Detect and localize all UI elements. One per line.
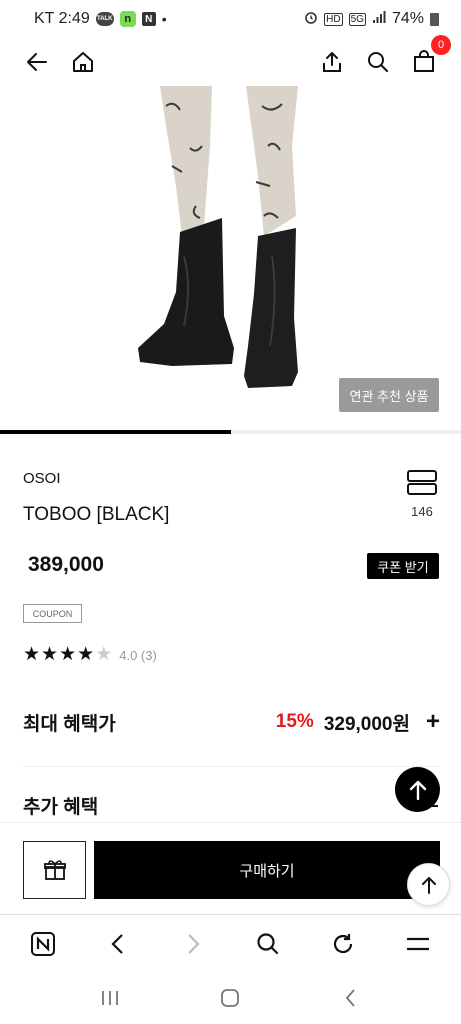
star-icon: ★ bbox=[23, 644, 41, 665]
home-icon bbox=[73, 52, 93, 72]
max-benefit-values: 15% 329,000원 + bbox=[276, 708, 440, 736]
rating-text: 4.0 (3) bbox=[119, 647, 157, 663]
alarm-icon bbox=[304, 10, 318, 29]
browser-toolbar bbox=[0, 914, 461, 972]
chevron-left-icon bbox=[345, 989, 355, 1007]
rating-row[interactable]: ★ ★ ★ ★ ★ 4.0 (3) bbox=[23, 645, 157, 665]
top-header: 0 bbox=[0, 35, 461, 86]
plus-icon[interactable]: + bbox=[426, 708, 440, 736]
arrow-up-icon bbox=[421, 876, 436, 894]
extra-benefit-row[interactable]: 추가 혜택 bbox=[23, 792, 440, 819]
arrow-up-icon bbox=[409, 780, 426, 800]
android-back-button[interactable] bbox=[331, 978, 371, 1018]
share-icon bbox=[323, 52, 341, 72]
refresh-icon bbox=[333, 933, 352, 953]
status-left: KT 2:49 TALK n N • bbox=[34, 10, 167, 28]
cart-button[interactable]: 0 bbox=[409, 35, 451, 77]
naver-n-icon bbox=[31, 931, 56, 956]
browser-forward-button[interactable] bbox=[173, 924, 213, 964]
buy-button[interactable]: 구매하기 bbox=[94, 841, 440, 899]
recent-apps-icon bbox=[102, 991, 119, 1005]
max-benefit-title: 최대 혜택가 bbox=[23, 713, 116, 735]
star-icon: ★ bbox=[95, 644, 113, 665]
refresh-button[interactable] bbox=[323, 924, 363, 964]
naver-icon: N bbox=[141, 12, 156, 26]
image-progress-fill bbox=[0, 430, 231, 434]
like-button[interactable]: 146 bbox=[407, 470, 437, 519]
product-name: TOBOO [BLACK] bbox=[23, 504, 170, 525]
product-image[interactable]: 연관 추천 상품 bbox=[0, 86, 461, 432]
status-bar: KT 2:49 TALK n N • HD 5G 74% bbox=[0, 0, 461, 38]
notification-dot: • bbox=[161, 11, 167, 27]
recent-apps-button[interactable] bbox=[90, 978, 130, 1018]
signal-icon bbox=[372, 10, 386, 29]
hamburger-icon bbox=[406, 937, 429, 950]
scroll-to-top-button[interactable] bbox=[395, 767, 440, 812]
extra-benefit-title: 추가 혜택 bbox=[23, 797, 99, 818]
star-icon: ★ bbox=[41, 644, 59, 665]
brand-name[interactable]: OSOI bbox=[23, 470, 61, 487]
n-green-icon: n bbox=[119, 11, 136, 27]
browser-back-button[interactable] bbox=[98, 924, 138, 964]
shopping-bag-icon bbox=[414, 50, 434, 72]
purchase-bar: 구매하기 bbox=[0, 822, 461, 914]
chevron-left-icon bbox=[111, 933, 124, 954]
search-button[interactable] bbox=[363, 47, 393, 77]
naver-home-button[interactable] bbox=[23, 924, 63, 964]
gift-icon bbox=[43, 860, 66, 880]
star-icon: ★ bbox=[59, 644, 77, 665]
battery-text: 74% bbox=[391, 10, 424, 27]
search-icon bbox=[368, 52, 388, 72]
browser-search-button[interactable] bbox=[248, 924, 288, 964]
menu-button[interactable] bbox=[398, 924, 438, 964]
home-button[interactable] bbox=[68, 47, 98, 77]
bookmark-icon bbox=[407, 470, 437, 495]
benefit-price: 329,000원 bbox=[323, 713, 410, 735]
search-icon bbox=[257, 932, 278, 954]
like-count: 146 bbox=[411, 504, 433, 519]
home-circle-icon bbox=[221, 989, 240, 1007]
talk-icon: TALK bbox=[95, 12, 114, 26]
android-home-button[interactable] bbox=[210, 978, 250, 1018]
gift-button[interactable] bbox=[23, 841, 86, 899]
coupon-tag: COUPON bbox=[23, 604, 82, 623]
back-button[interactable] bbox=[22, 47, 52, 77]
network-5g-icon: 5G bbox=[348, 12, 366, 26]
android-nav-bar bbox=[0, 972, 461, 1024]
get-coupon-button[interactable]: 쿠폰 받기 bbox=[367, 553, 439, 579]
related-products-button[interactable]: 연관 추천 상품 bbox=[339, 378, 439, 412]
hd-icon: HD bbox=[324, 12, 343, 26]
share-button[interactable] bbox=[317, 47, 347, 77]
header-actions: 0 bbox=[317, 35, 451, 77]
image-progress-track bbox=[0, 430, 461, 434]
battery-icon bbox=[430, 12, 439, 26]
max-benefit-row[interactable]: 최대 혜택가 15% 329,000원 + bbox=[23, 708, 440, 736]
discount-rate: 15% bbox=[275, 711, 314, 732]
star-icon: ★ bbox=[77, 644, 95, 665]
divider bbox=[23, 766, 440, 767]
status-right: HD 5G 74% bbox=[304, 10, 439, 29]
arrow-left-icon bbox=[27, 53, 47, 71]
chevron-right-icon bbox=[188, 933, 200, 954]
price: 389,000 bbox=[28, 553, 104, 576]
carrier-time: KT 2:49 bbox=[34, 10, 90, 27]
browser-scroll-top-button[interactable] bbox=[407, 863, 450, 906]
cart-count-badge: 0 bbox=[431, 35, 451, 55]
